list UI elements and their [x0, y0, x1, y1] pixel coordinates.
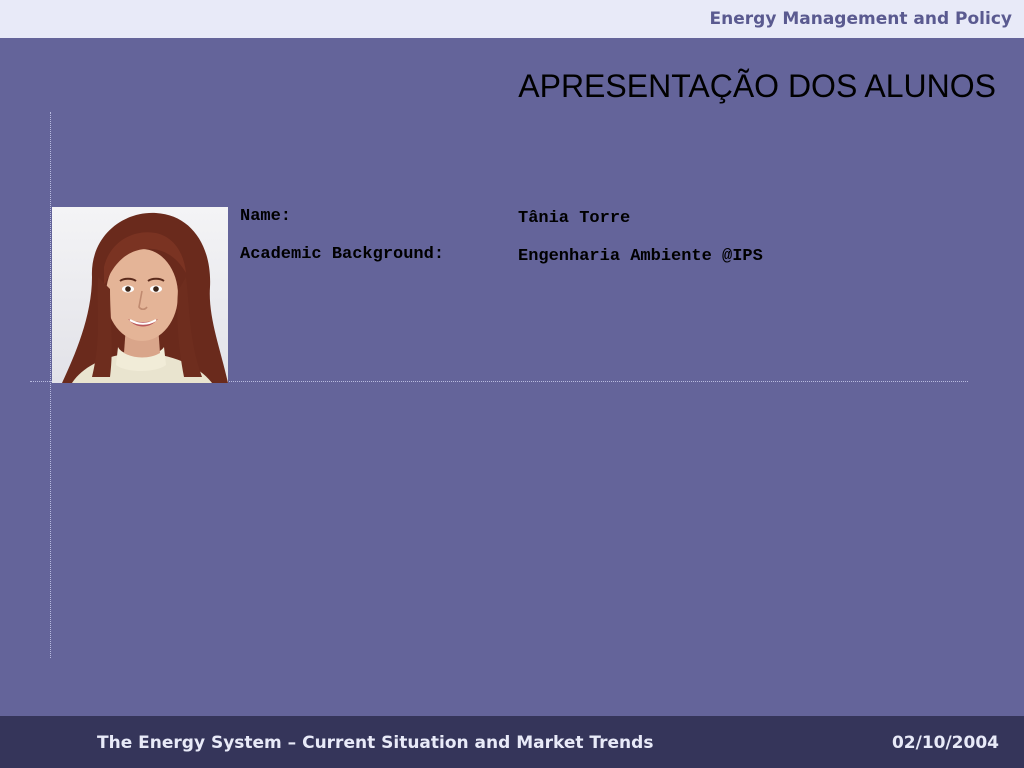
header-bar: Energy Management and Policy [0, 0, 1024, 38]
course-title: Energy Management and Policy [709, 9, 1012, 29]
academic-background-value: Engenharia Ambiente @IPS [518, 247, 763, 266]
name-value: Tânia Torre [518, 209, 631, 228]
academic-background-label: Academic Background: [240, 245, 445, 264]
name-label: Name: [240, 207, 292, 226]
student-photo [52, 207, 228, 383]
vertical-divider [50, 112, 51, 658]
footer-title: The Energy System – Current Situation an… [97, 733, 654, 753]
footer-date: 02/10/2004 [891, 733, 999, 753]
slide-title: APRESENTAÇÃO DOS ALUNOS [518, 68, 996, 104]
student-portrait-image [52, 207, 228, 383]
footer-bar: The Energy System – Current Situation an… [0, 716, 1024, 768]
